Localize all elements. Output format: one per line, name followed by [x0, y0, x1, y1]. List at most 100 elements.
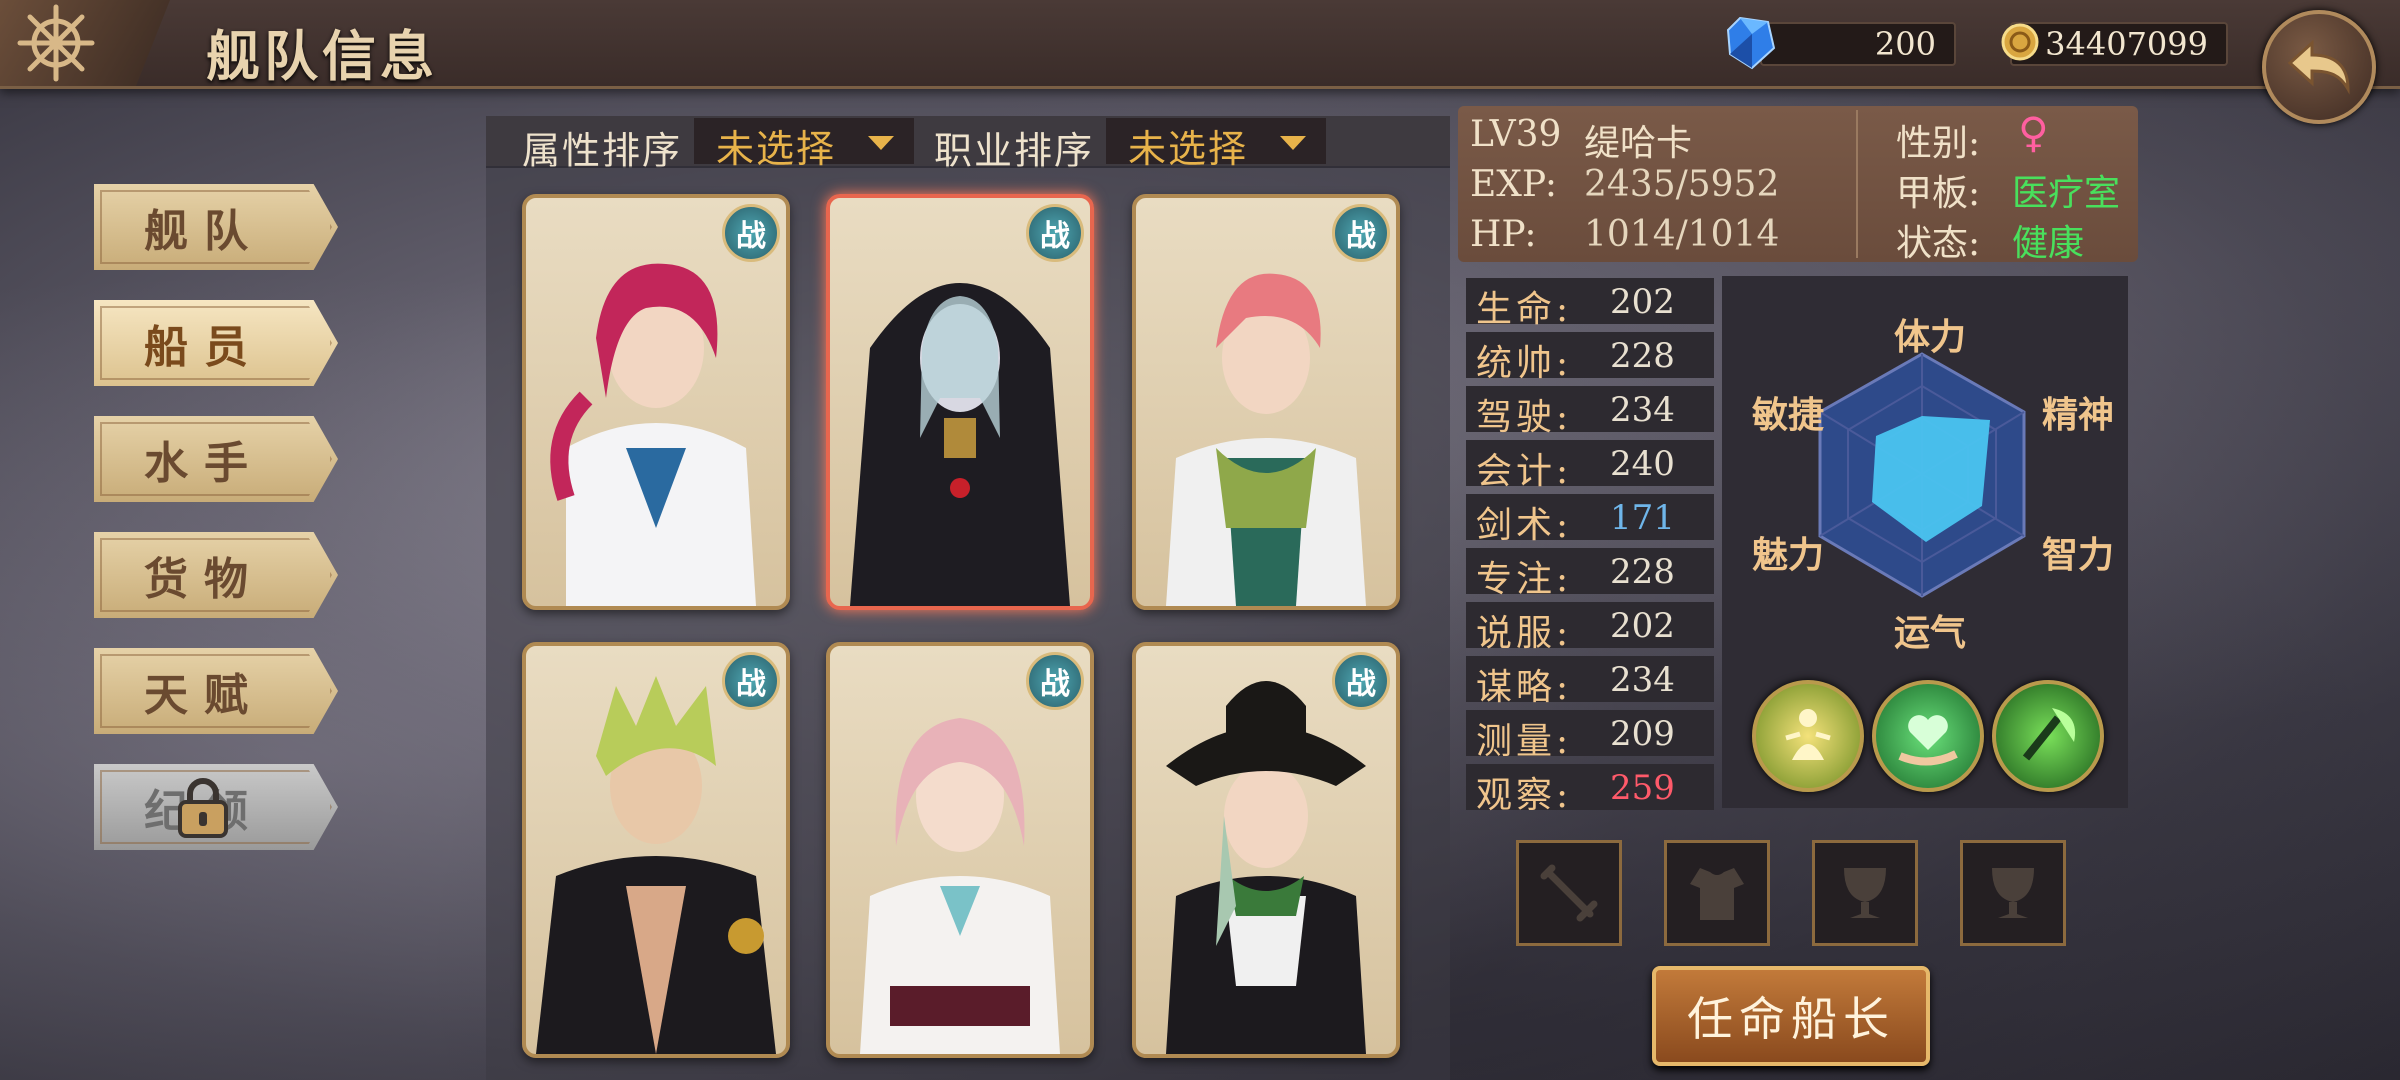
crew-level: LV39 [1470, 114, 1562, 155]
divider [1856, 110, 1858, 258]
status-label: 状态: [1896, 223, 1981, 264]
battle-badge: 战 [1026, 652, 1084, 710]
stat-value: 228 [1610, 336, 1675, 376]
gender-label: 性别: [1896, 123, 1981, 164]
appoint-captain-button[interactable]: 任命船长 [1652, 966, 1930, 1066]
stat-row: 剑术: 171 [1466, 494, 1714, 546]
coin-count: 34407099 [2045, 25, 2208, 63]
weapon-slot[interactable] [1516, 840, 1622, 946]
attr-sort-value: 未选择 [716, 127, 837, 171]
attr-sort-dropdown[interactable]: 未选择 [694, 118, 914, 171]
lock-icon [178, 778, 228, 838]
ship-wheel-icon [8, 0, 104, 86]
top-bar: 舰队信息 200 34407099 [0, 0, 2400, 89]
crew-card-6[interactable]: 战 [1132, 642, 1400, 1058]
menu-fleet-button[interactable]: 舰队 [94, 184, 338, 270]
radar-label-charm: 魅力 [1752, 534, 1825, 576]
job-sort-dropdown[interactable]: 未选择 [1106, 118, 1326, 171]
stat-value: 202 [1610, 282, 1675, 322]
female-icon: ♀ [2018, 108, 2049, 157]
gem-counter: 200 [1760, 22, 1956, 66]
deck-label: 甲板: [1896, 173, 1981, 214]
stat-label: 驾驶: [1476, 397, 1573, 438]
radar-label-spirit: 精神 [2042, 394, 2115, 436]
stat-row: 专注: 228 [1466, 548, 1714, 600]
battle-badge: 战 [1332, 652, 1390, 710]
stat-value: 171 [1610, 498, 1675, 538]
armor-icon [1690, 868, 1744, 920]
stat-label: 剑术: [1476, 505, 1573, 546]
menu-talent-button[interactable]: 天赋 [94, 648, 338, 734]
radar-label-agility: 敏捷 [1752, 394, 1825, 436]
crew-info-header: LV39 缇哈卡 EXP: 2435/5952 HP: 1014/1014 性别… [1458, 106, 2138, 264]
accessory-slot-2[interactable] [1960, 840, 2066, 946]
skill-shield-axe-icon[interactable] [1992, 680, 2104, 792]
menu-cargo-button[interactable]: 货物 [94, 532, 338, 618]
sword-icon [1540, 864, 1598, 922]
stat-row: 谋略: 234 [1466, 656, 1714, 708]
stat-label: 专注: [1476, 559, 1573, 600]
menu-sailors-button[interactable]: 水手 [94, 416, 338, 502]
hp-value: 1014/1014 [1584, 214, 1780, 255]
stat-label: 说服: [1476, 613, 1573, 654]
stat-row: 说服: 202 [1466, 602, 1714, 654]
back-button[interactable] [2262, 10, 2376, 124]
armor-slot[interactable] [1664, 840, 1770, 946]
hp-label: HP: [1470, 214, 1537, 255]
status-value: 健康 [2012, 223, 2085, 264]
page-title: 舰队信息 [206, 24, 438, 88]
stat-label: 统帅: [1476, 343, 1573, 384]
skill-meditate-icon[interactable] [1752, 680, 1864, 792]
menu-label: 货物 [144, 554, 264, 605]
menu-label: 舰队 [144, 206, 264, 257]
goblet-icon [1844, 868, 1886, 918]
stat-row: 观察: 259 [1466, 764, 1714, 816]
stat-value: 234 [1610, 660, 1675, 700]
attribute-radar-chart [1818, 352, 2026, 598]
crew-card-5[interactable]: 战 [826, 642, 1094, 1058]
gold-coin-icon [2001, 23, 2039, 61]
accessory-slot-1[interactable] [1812, 840, 1918, 946]
radar-label-luck: 运气 [1894, 612, 1967, 654]
job-sort-value: 未选择 [1128, 127, 1249, 171]
stat-value: 202 [1610, 606, 1675, 646]
stat-row: 驾驶: 234 [1466, 386, 1714, 438]
battle-badge: 战 [1026, 204, 1084, 262]
battle-badge: 战 [722, 652, 780, 710]
filter-bar: 属性排序 未选择 职业排序 未选择 [486, 116, 1450, 173]
crew-card-2[interactable]: 战 [826, 194, 1094, 610]
menu-label: 水手 [144, 438, 264, 489]
back-arrow-icon [2287, 39, 2350, 95]
stat-label: 生命: [1476, 289, 1573, 330]
stat-value: 209 [1610, 714, 1675, 754]
stat-row: 会计: 240 [1466, 440, 1714, 492]
deck-value: 医疗室 [2012, 173, 2121, 214]
crew-card-4[interactable]: 战 [522, 642, 790, 1058]
stat-value: 259 [1610, 768, 1675, 808]
menu-crew-button[interactable]: 船员 [94, 300, 338, 386]
radar-label-intellect: 智力 [2042, 534, 2115, 576]
stat-value: 234 [1610, 390, 1675, 430]
stat-label: 谋略: [1476, 667, 1573, 708]
crew-card-1[interactable]: 战 [522, 194, 790, 610]
stat-value: 240 [1610, 444, 1675, 484]
menu-label: 船员 [144, 322, 264, 373]
exp-value: 2435/5952 [1584, 164, 1780, 205]
crew-name: 缇哈卡 [1584, 123, 1693, 164]
coin-counter: 34407099 [2010, 22, 2228, 66]
crew-card-3[interactable]: 战 [1132, 194, 1400, 610]
battle-badge: 战 [1332, 204, 1390, 262]
blue-gem-icon [1726, 16, 1776, 70]
stat-value: 228 [1610, 552, 1675, 592]
stat-label: 会计: [1476, 451, 1573, 492]
skill-heart-hand-icon[interactable] [1872, 680, 1984, 792]
stat-label: 测量: [1476, 721, 1573, 762]
exp-label: EXP: [1470, 164, 1557, 205]
chevron-down-icon [1280, 136, 1306, 150]
radar-panel: 体力 精神 智力 运气 魅力 敏捷 [1722, 276, 2128, 808]
stat-row: 生命: 202 [1466, 278, 1714, 330]
stat-row: 统帅: 228 [1466, 332, 1714, 384]
goblet-icon [1992, 868, 2034, 918]
stat-row: 测量: 209 [1466, 710, 1714, 762]
radar-label-stamina: 体力 [1894, 316, 1967, 358]
